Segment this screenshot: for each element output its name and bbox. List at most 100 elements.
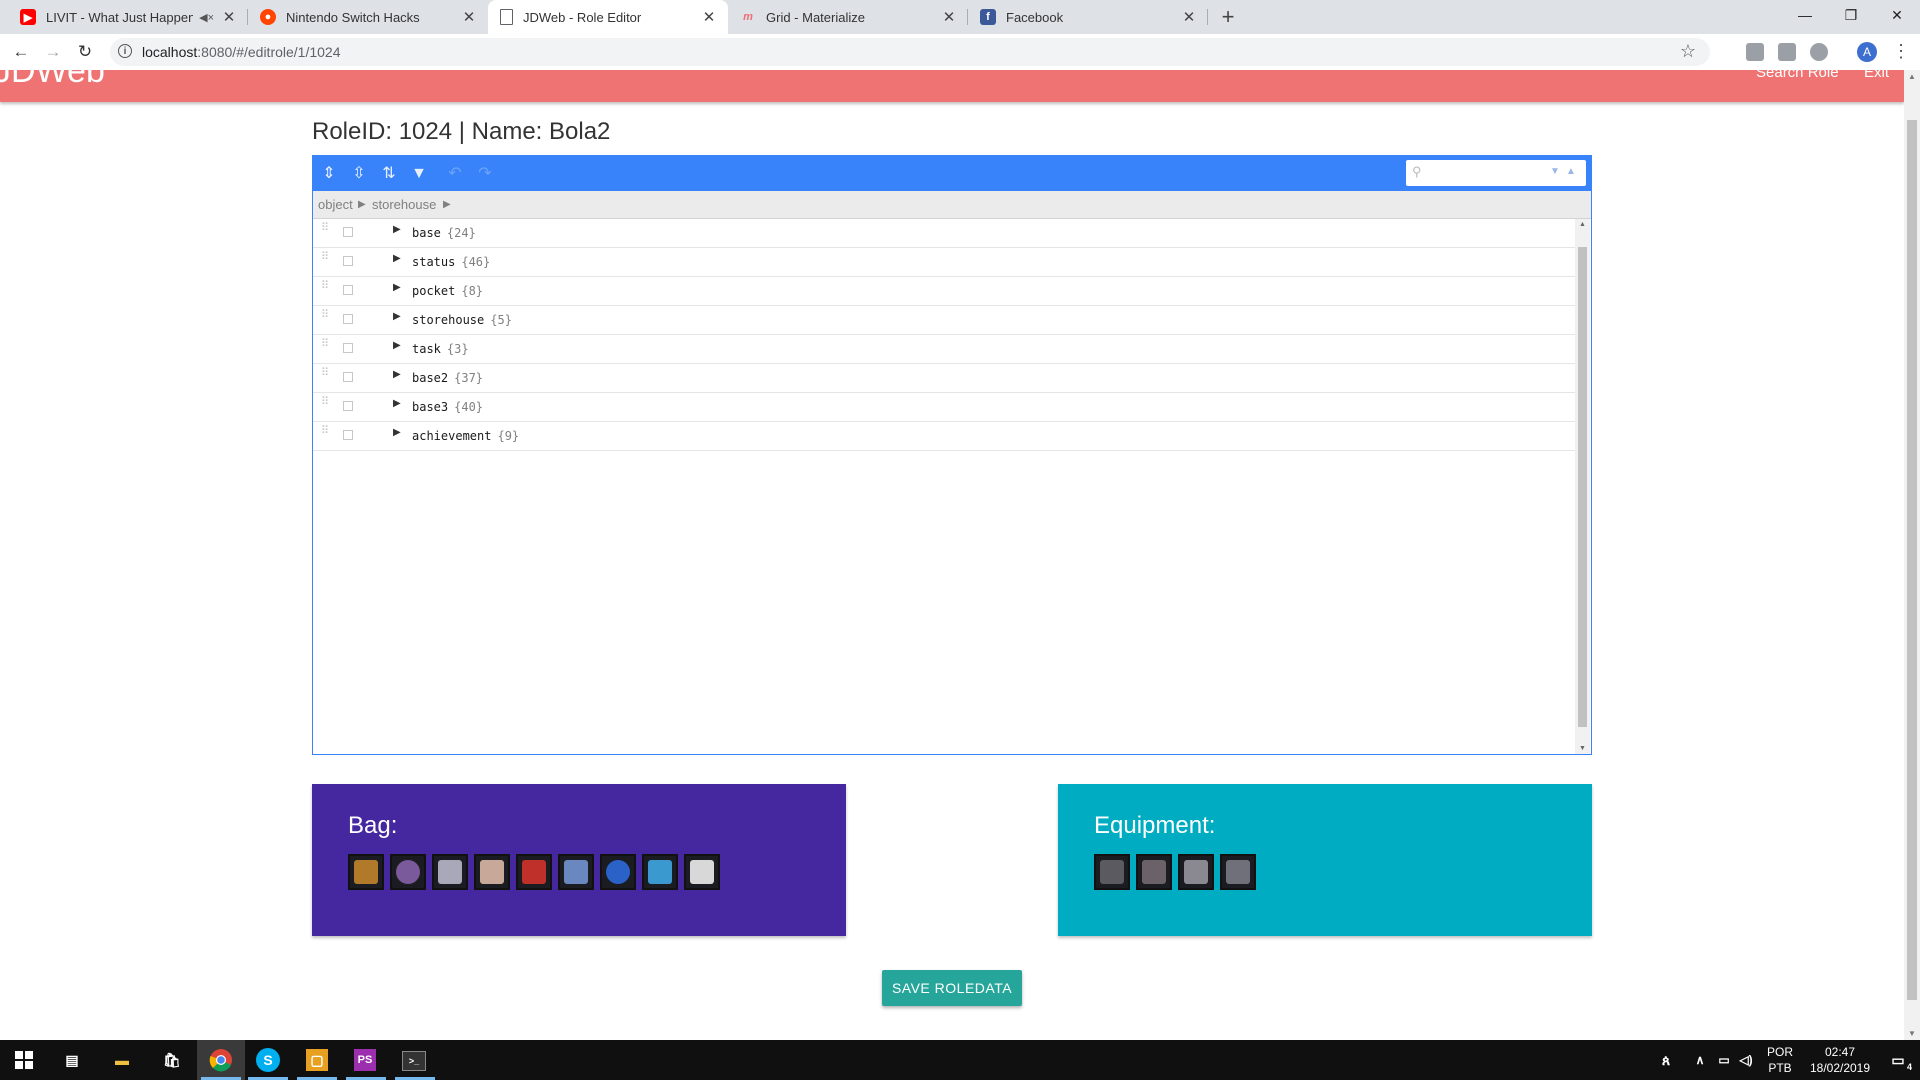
context-menu-button[interactable]	[343, 343, 353, 353]
forward-icon[interactable]: →	[42, 41, 64, 63]
expand-all-icon[interactable]: ⇕	[317, 162, 341, 186]
expand-arrow-icon[interactable]: ▶	[393, 427, 401, 438]
tree-row[interactable]: ⠿ ▶ task {3}	[313, 335, 1575, 364]
browser-tab[interactable]: ▶ LIVIT - What Just Happened ◀× ✕	[8, 0, 248, 34]
context-menu-button[interactable]	[343, 227, 353, 237]
browser-tab[interactable]: ● Nintendo Switch Hacks ✕	[248, 0, 488, 34]
field-name[interactable]: base3	[412, 400, 448, 414]
app-icon[interactable]: ▢	[306, 1049, 328, 1071]
field-name[interactable]: task	[412, 342, 441, 356]
url-text[interactable]: localhost:8080/#/editrole/1/1024	[142, 44, 341, 60]
camera-extension-icon[interactable]	[1746, 43, 1764, 61]
back-icon[interactable]: ←	[10, 41, 32, 63]
tree-row[interactable]: ⠿ ▶ pocket {8}	[313, 277, 1575, 306]
volume-icon[interactable]: ◁)	[1732, 1046, 1760, 1074]
filter-icon[interactable]: ▼	[407, 162, 431, 186]
extension-icon[interactable]	[1778, 43, 1796, 61]
chrome-icon[interactable]	[207, 1046, 235, 1074]
new-tab-button[interactable]: +	[1214, 3, 1242, 31]
expand-arrow-icon[interactable]: ▶	[393, 224, 401, 235]
tree-row[interactable]: ⠿ ▶ base3 {40}	[313, 393, 1575, 422]
bag-item-slot[interactable]	[516, 854, 552, 890]
expand-arrow-icon[interactable]: ▶	[393, 311, 401, 322]
windows-start-icon[interactable]	[10, 1046, 38, 1074]
field-name[interactable]: status	[412, 255, 455, 269]
close-window-icon[interactable]: ✕	[1874, 0, 1920, 30]
file-explorer-icon[interactable]: ▬	[108, 1046, 136, 1074]
skype-icon[interactable]: S	[256, 1048, 280, 1072]
close-tab-icon[interactable]: ✕	[220, 8, 238, 26]
bag-item-slot[interactable]	[390, 854, 426, 890]
scroll-down-icon[interactable]: ▼	[1904, 1029, 1920, 1038]
drag-handle-icon[interactable]: ⠿	[321, 223, 329, 240]
field-name[interactable]: pocket	[412, 284, 455, 298]
scroll-down-icon[interactable]: ▼	[1575, 745, 1590, 752]
bag-item-slot[interactable]	[600, 854, 636, 890]
expand-arrow-icon[interactable]: ▶	[393, 340, 401, 351]
profile-avatar[interactable]: A	[1857, 42, 1877, 62]
bag-item-slot[interactable]	[432, 854, 468, 890]
browser-tab-active[interactable]: JDWeb - Role Editor ✕	[488, 0, 728, 34]
browser-menu-icon[interactable]: ⋮	[1892, 41, 1910, 61]
close-tab-icon[interactable]: ✕	[1180, 8, 1198, 26]
field-name[interactable]: base2	[412, 371, 448, 385]
search-previous-icon[interactable]: ▲	[1566, 166, 1576, 177]
bookmark-star-icon[interactable]: ☆	[1680, 41, 1696, 62]
search-next-icon[interactable]: ▼	[1550, 166, 1560, 177]
drag-handle-icon[interactable]: ⠿	[321, 426, 329, 443]
page-scrollbar[interactable]: ▲ ▼	[1904, 70, 1920, 1040]
context-menu-button[interactable]	[343, 256, 353, 266]
undo-icon[interactable]: ↶	[443, 162, 467, 186]
collapse-all-icon[interactable]: ⇳	[347, 162, 371, 186]
editor-scrollbar[interactable]: ▲ ▼	[1575, 219, 1590, 754]
adblock-extension-icon[interactable]	[1810, 43, 1828, 61]
scroll-up-icon[interactable]: ▲	[1575, 221, 1590, 228]
breadcrumb-arrow-icon[interactable]: ▶	[358, 199, 366, 210]
speaker-muted-icon[interactable]: ◀×	[199, 11, 214, 24]
breadcrumb-item[interactable]: object	[318, 197, 353, 212]
context-menu-button[interactable]	[343, 401, 353, 411]
bag-item-slot[interactable]	[474, 854, 510, 890]
store-icon[interactable]: 🛍	[158, 1046, 186, 1074]
breadcrumb-item[interactable]: storehouse	[372, 197, 436, 212]
context-menu-button[interactable]	[343, 285, 353, 295]
field-name[interactable]: storehouse	[412, 313, 484, 327]
redo-icon[interactable]: ↷	[473, 162, 497, 186]
expand-arrow-icon[interactable]: ▶	[393, 369, 401, 380]
expand-arrow-icon[interactable]: ▶	[393, 253, 401, 264]
context-menu-button[interactable]	[343, 430, 353, 440]
terminal-icon[interactable]: >_	[402, 1051, 426, 1071]
nav-link-search-role[interactable]: Search Role	[1756, 70, 1839, 81]
scroll-thumb[interactable]	[1907, 120, 1917, 1000]
drag-handle-icon[interactable]: ⠿	[321, 281, 329, 298]
minimize-icon[interactable]: —	[1782, 0, 1828, 30]
bag-item-slot[interactable]	[348, 854, 384, 890]
expand-arrow-icon[interactable]: ▶	[393, 398, 401, 409]
drag-handle-icon[interactable]: ⠿	[321, 397, 329, 414]
equipment-item-slot[interactable]	[1220, 854, 1256, 890]
drag-handle-icon[interactable]: ⠿	[321, 252, 329, 269]
drag-handle-icon[interactable]: ⠿	[321, 368, 329, 385]
sort-icon[interactable]: ⇅	[377, 162, 401, 186]
site-info-icon[interactable]: i	[118, 44, 132, 58]
editor-search-input[interactable]	[1430, 164, 1544, 182]
app-brand[interactable]: JDWeb	[0, 70, 105, 91]
input-language[interactable]: POR PTB	[1760, 1044, 1800, 1076]
close-tab-icon[interactable]: ✕	[700, 8, 718, 26]
close-tab-icon[interactable]: ✕	[460, 8, 478, 26]
phpstorm-icon[interactable]: PS	[354, 1049, 376, 1071]
clock[interactable]: 02:47 18/02/2019	[1800, 1044, 1880, 1076]
drag-handle-icon[interactable]: ⠿	[321, 339, 329, 356]
bag-item-slot[interactable]	[684, 854, 720, 890]
context-menu-button[interactable]	[343, 372, 353, 382]
field-name[interactable]: achievement	[412, 429, 491, 443]
drag-handle-icon[interactable]: ⠿	[321, 310, 329, 327]
tree-row[interactable]: ⠿ ▶ achievement {9}	[313, 422, 1575, 451]
tree-row[interactable]: ⠿ ▶ status {46}	[313, 248, 1575, 277]
action-center-icon[interactable]: ▭ 4	[1884, 1046, 1912, 1074]
close-tab-icon[interactable]: ✕	[940, 8, 958, 26]
bag-item-slot[interactable]	[558, 854, 594, 890]
equipment-item-slot[interactable]	[1136, 854, 1172, 890]
address-bar[interactable]: i localhost:8080/#/editrole/1/1024 ☆	[110, 38, 1710, 66]
nav-link-exit[interactable]: Exit	[1864, 70, 1889, 81]
